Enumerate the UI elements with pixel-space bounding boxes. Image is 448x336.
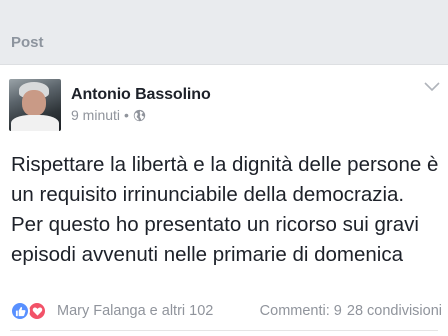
section-header: Post: [0, 0, 448, 64]
author-avatar[interactable]: [9, 79, 61, 131]
engagement-counts: Commenti: 9 28 condivisioni: [260, 303, 442, 319]
section-title: Post: [11, 34, 44, 51]
chevron-down-icon[interactable]: [423, 81, 441, 93]
post-card: Antonio Bassolino 9 minuti • Rispettare …: [0, 64, 448, 336]
author-name[interactable]: Antonio Bassolino: [71, 86, 211, 104]
post-text: Rispettare la libertà e la dignità delle…: [11, 153, 439, 266]
reactors-text[interactable]: Mary Falanga e altri 102: [57, 303, 213, 319]
like-icon: [10, 301, 30, 321]
post-footer: Mary Falanga e altri 102 Commenti: 9 28 …: [0, 299, 448, 323]
comments-count[interactable]: Commenti: 9: [260, 303, 342, 319]
love-icon: [27, 301, 47, 321]
meta-separator: •: [124, 107, 129, 123]
post-meta: 9 minuti •: [71, 107, 146, 123]
reaction-icons[interactable]: [10, 301, 47, 321]
post-time[interactable]: 9 minuti: [71, 107, 120, 123]
globe-icon: [133, 109, 146, 121]
footer-divider: [10, 330, 438, 331]
shares-count[interactable]: 28 condivisioni: [347, 303, 442, 319]
